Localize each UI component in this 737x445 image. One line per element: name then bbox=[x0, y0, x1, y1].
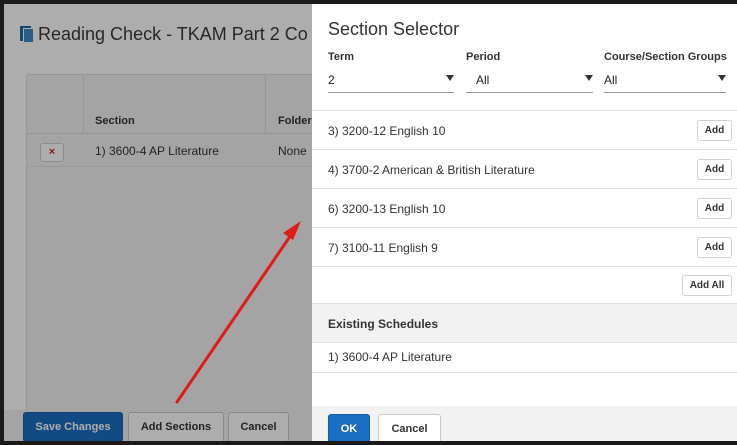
groups-label: Course/Section Groups bbox=[604, 51, 727, 63]
section-name: 7) 3100-11 English 9 bbox=[328, 241, 438, 255]
chevron-down-icon bbox=[718, 75, 726, 81]
period-value: All bbox=[476, 73, 490, 87]
term-label: Term bbox=[328, 51, 355, 63]
existing-schedules-title: Existing Schedules bbox=[328, 317, 439, 331]
period-select[interactable]: All bbox=[466, 66, 593, 93]
modal-overlay[interactable] bbox=[4, 4, 312, 441]
add-button[interactable]: Add bbox=[697, 198, 732, 219]
existing-section-name: 1) 3600-4 AP Literature bbox=[328, 350, 452, 364]
term-select[interactable]: 2 bbox=[328, 66, 454, 93]
term-value: 2 bbox=[328, 73, 335, 87]
chevron-down-icon bbox=[585, 75, 593, 81]
add-button[interactable]: Add bbox=[697, 120, 732, 141]
list-item: 1) 3600-4 AP Literature bbox=[312, 342, 737, 373]
list-item: 7) 3100-11 English 9 Add bbox=[312, 227, 737, 266]
cancel-button[interactable]: Cancel bbox=[378, 414, 441, 441]
section-selector-panel: Section Selector Term 2 Period All Cours… bbox=[312, 4, 737, 441]
list-item: 4) 3700-2 American & British Literature … bbox=[312, 149, 737, 188]
groups-select[interactable]: All bbox=[604, 66, 726, 93]
add-button[interactable]: Add bbox=[697, 159, 732, 180]
add-all-row: Add All bbox=[312, 266, 737, 303]
list-item: 6) 3200-13 English 10 Add bbox=[312, 188, 737, 227]
existing-schedules-header: Existing Schedules bbox=[312, 303, 737, 343]
groups-value: All bbox=[604, 73, 618, 87]
chevron-down-icon bbox=[446, 75, 454, 81]
panel-title: Section Selector bbox=[328, 19, 460, 39]
window-frame: Reading Check - TKAM Part 2 Co Section F… bbox=[0, 0, 737, 445]
add-all-button[interactable]: Add All bbox=[682, 275, 732, 296]
add-button[interactable]: Add bbox=[697, 237, 732, 258]
section-name: 3) 3200-12 English 10 bbox=[328, 124, 446, 138]
panel-footer: OK Cancel bbox=[312, 406, 737, 441]
section-name: 4) 3700-2 American & British Literature bbox=[328, 163, 535, 177]
background-page: Reading Check - TKAM Part 2 Co Section F… bbox=[4, 4, 328, 441]
period-label: Period bbox=[466, 51, 501, 63]
list-item: 3) 3200-12 English 10 Add bbox=[312, 110, 737, 149]
section-name: 6) 3200-13 English 10 bbox=[328, 202, 446, 216]
ok-button[interactable]: OK bbox=[328, 414, 370, 441]
